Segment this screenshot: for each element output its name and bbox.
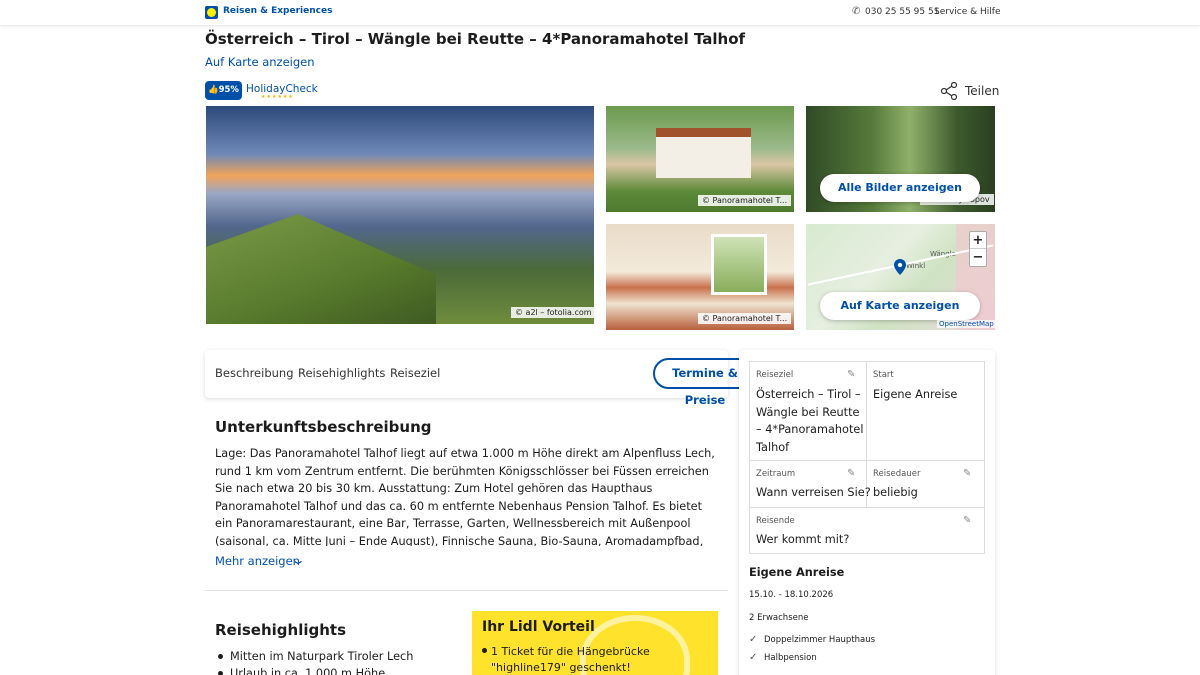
highlights-heading: Reisehighlights — [215, 621, 347, 639]
lidl-advantage-text: 1 Ticket für die Hängebrücke "highline17… — [491, 645, 650, 674]
image-credit: © Panoramahotel T... — [698, 313, 792, 324]
field-label: Start — [873, 370, 894, 380]
check-icon: ✓ — [749, 634, 758, 645]
map-show-button[interactable]: Auf Karte anzeigen — [820, 292, 980, 320]
divider — [205, 590, 728, 591]
edit-icon[interactable]: ✎ — [963, 515, 971, 526]
booking-form: Reiseziel ✎ Österreich – Tirol – Wängle … — [749, 361, 985, 554]
rating-badge: 👍95% — [205, 81, 242, 100]
rating-stars: ★★★★★★ — [261, 94, 294, 100]
zoom-out-button[interactable]: − — [970, 249, 986, 266]
check-icon: ✓ — [749, 652, 758, 663]
top-bar: Reisen & Experiences ✆ 030 25 55 95 51 S… — [0, 0, 1200, 25]
map-label-town: Wängle — [930, 250, 956, 258]
field-label: Reisende — [756, 516, 795, 526]
description-heading: Unterkunftsbeschreibung — [215, 418, 432, 436]
image-credit: © Panoramahotel T... — [698, 195, 792, 206]
bullet — [482, 648, 487, 653]
share-button[interactable]: Teilen — [965, 84, 999, 98]
all-images-button[interactable]: Alle Bilder anzeigen — [820, 174, 980, 202]
show-on-map-link[interactable]: Auf Karte anzeigen — [205, 55, 315, 69]
hotel-exterior-image[interactable]: © Panoramahotel T... — [606, 106, 794, 212]
list-item: Mitten im Naturpark Tiroler Lech — [217, 650, 414, 663]
travellers-value: Wer kommt mit? — [756, 533, 850, 546]
page-title: Österreich – Tirol – Wängle bei Reutte –… — [205, 30, 746, 48]
section-tabs: Beschreibung Reisehighlights Reiseziel T… — [205, 350, 757, 407]
lidl-advantage-title: Ihr Lidl Vorteil — [482, 619, 595, 635]
phone-icon: ✆ — [852, 6, 861, 17]
feature-item: Doppelzimmer Haupthaus — [764, 635, 876, 645]
start-field[interactable]: Start Eigene Anreise — [867, 362, 984, 461]
share-icon[interactable] — [940, 82, 958, 100]
field-label: Zeitraum — [756, 469, 796, 479]
chevron-down-icon[interactable]: ⌄ — [290, 553, 306, 567]
field-label: Reiseziel — [756, 370, 794, 380]
edit-icon[interactable]: ✎ — [847, 468, 855, 479]
edit-icon[interactable]: ✎ — [963, 468, 971, 479]
thumbs-up-icon: 👍 — [208, 85, 219, 95]
phone-number[interactable]: 030 25 55 95 51 — [865, 7, 939, 17]
hotel-room-image[interactable]: © Panoramahotel T... — [606, 224, 794, 330]
map-pin-icon — [894, 259, 906, 275]
lidl-logo[interactable] — [205, 6, 218, 19]
tab-reisehighlights[interactable]: Reisehighlights — [298, 366, 385, 380]
period-field[interactable]: Zeitraum ✎ Wann verreisen Sie? — [750, 461, 871, 508]
duration-field[interactable]: Reisedauer ✎ beliebig — [867, 461, 984, 508]
destination-field[interactable]: Reiseziel ✎ Österreich – Tirol – Wängle … — [750, 362, 867, 461]
summary-dates: 15.10. - 18.10.2026 — [749, 590, 834, 600]
tab-reiseziel[interactable]: Reiseziel — [390, 366, 440, 380]
holidaycheck-rating[interactable]: 👍95% HolidayCheck ★★★★★★ — [205, 81, 323, 100]
image-credit: © a2l – fotolia.com — [511, 307, 594, 318]
summary-persons: 2 Erwachsene — [749, 613, 809, 623]
duration-value: beliebig — [873, 486, 918, 499]
highlights-list: Mitten im Naturpark Tiroler Lech Urlaub … — [217, 648, 414, 675]
map-attribution[interactable]: OpenStreetMap — [937, 320, 996, 328]
description-text: Lage: Das Panoramahotel Talhof liegt auf… — [215, 447, 715, 546]
travellers-field[interactable]: Reisende ✎ Wer kommt mit? — [750, 508, 984, 553]
map-zoom-control: + − — [969, 231, 987, 267]
service-help-link[interactable]: Service & Hilfe — [934, 7, 1000, 17]
edit-icon[interactable]: ✎ — [847, 369, 855, 380]
start-value: Eigene Anreise — [873, 388, 958, 401]
destination-value: Österreich – Tirol – Wängle bei Reutte –… — [756, 388, 864, 454]
list-item: Urlaub in ca. 1.000 m Höhe — [217, 665, 413, 675]
main-image-mountain-panorama[interactable]: © a2l – fotolia.com — [206, 106, 594, 324]
zoom-in-button[interactable]: + — [970, 232, 986, 249]
show-more-link[interactable]: Mehr anzeigen — [215, 554, 300, 568]
period-value: Wann verreisen Sie? — [756, 486, 871, 499]
tab-beschreibung[interactable]: Beschreibung — [215, 366, 294, 380]
field-label: Reisedauer — [873, 469, 921, 479]
summary-title: Eigene Anreise — [749, 566, 845, 579]
map-label-place: Winkl — [906, 262, 926, 270]
brand-link[interactable]: Reisen & Experiences — [223, 6, 332, 16]
feature-item: Halbpension — [764, 653, 817, 663]
lidl-advantage-box: Ihr Lidl Vorteil 1 Ticket für die Hängeb… — [472, 611, 718, 675]
rating-percent: 95% — [218, 85, 239, 95]
